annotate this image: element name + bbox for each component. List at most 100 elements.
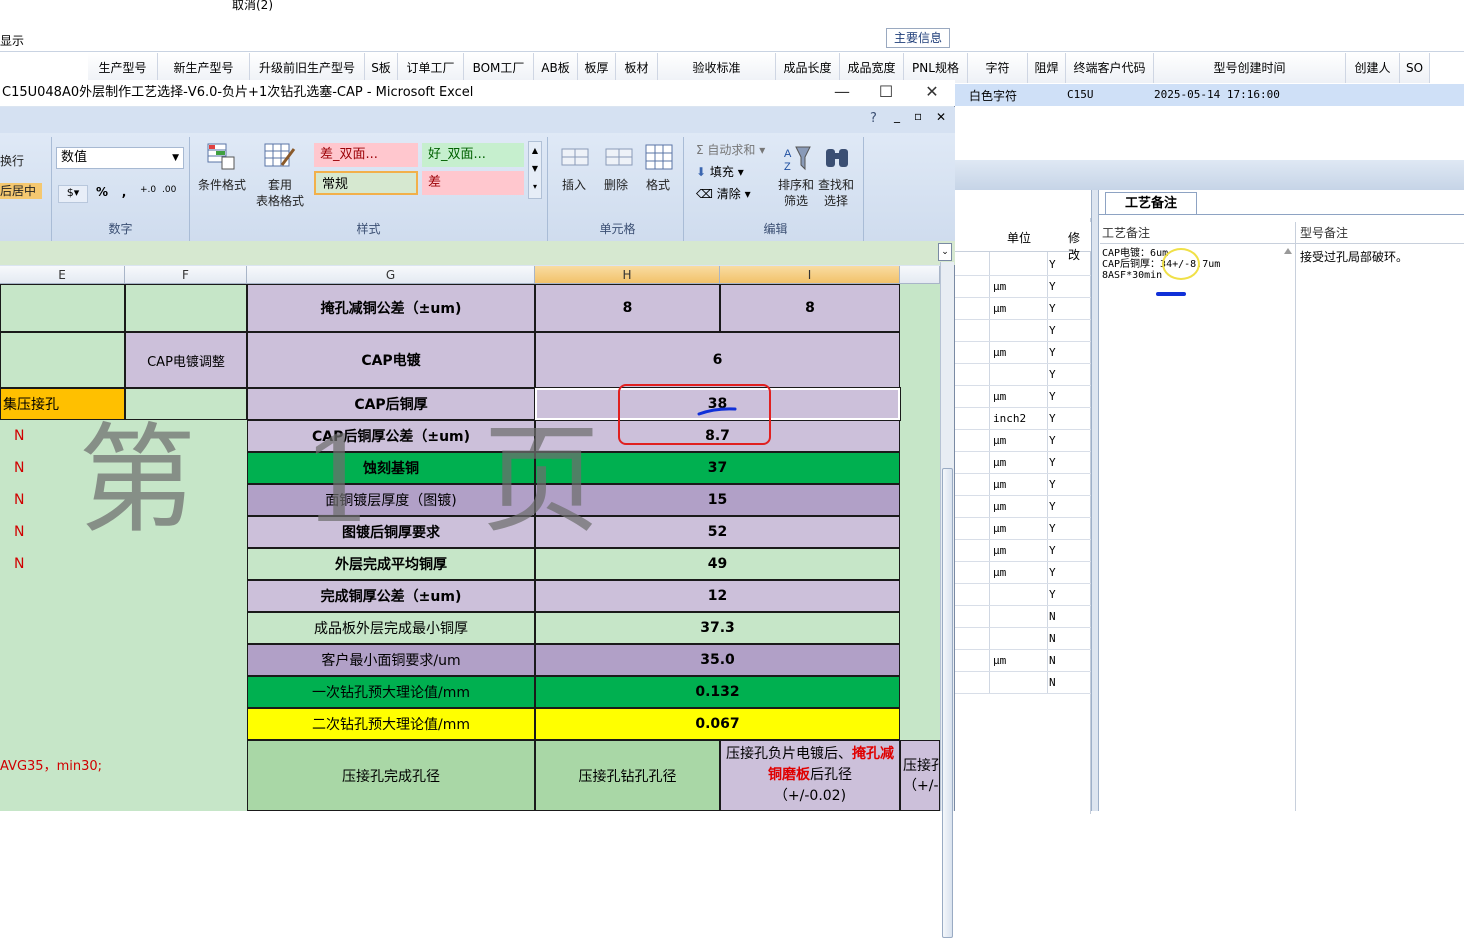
row-label[interactable]: 蚀刻基铜 (247, 452, 535, 484)
ribbon-close-icon[interactable]: ✕ (936, 110, 946, 124)
col-header[interactable]: AB板 (534, 53, 578, 83)
unit-cell[interactable]: μm (993, 654, 1006, 667)
decrease-decimal-icon[interactable]: .00 (162, 185, 184, 203)
help-icon[interactable]: ? (870, 111, 877, 126)
unit-cell[interactable]: μm (993, 500, 1006, 513)
press-hole-extra-header[interactable]: 压接孔 （+/- (900, 740, 940, 811)
row-value[interactable]: 49 (535, 548, 900, 580)
column-header-f[interactable]: F (125, 266, 247, 284)
press-hole-drill-header[interactable]: 压接孔钻孔孔径 (535, 740, 720, 811)
close-icon[interactable]: ✕ (912, 80, 952, 106)
column-header-g[interactable]: G (247, 266, 535, 284)
find-select-button[interactable]: 查找和 选择 (818, 177, 854, 209)
modify-flag-cell[interactable]: Y (1049, 368, 1056, 381)
format-button[interactable]: 格式 (646, 177, 670, 193)
press-hole-finish-header[interactable]: 压接孔完成孔径 (247, 740, 535, 811)
cell-f-1[interactable] (125, 284, 247, 332)
cancel-label[interactable]: 取消(2) (232, 0, 273, 13)
col-header[interactable]: SO (1400, 53, 1430, 83)
row-value[interactable]: 6 (535, 332, 900, 388)
maximize-icon[interactable]: ☐ (866, 80, 906, 106)
row-label[interactable]: CAP后铜厚公差（±um) (247, 420, 535, 452)
row-label[interactable]: 完成铜厚公差（±um) (247, 580, 535, 612)
style-bad-double[interactable]: 差_双面... (314, 143, 418, 167)
col-header[interactable]: 生产型号 (88, 53, 158, 83)
unit-cell[interactable]: μm (993, 434, 1006, 447)
flag-n[interactable]: N (14, 428, 24, 444)
scrollbar-thumb[interactable] (942, 468, 953, 938)
flag-n[interactable]: N (14, 524, 24, 540)
style-gallery-scroll[interactable]: ▲ ▼ ▾ (528, 141, 542, 199)
clear-button[interactable]: ⌫ 清除 ▾ (696, 185, 751, 202)
col-header[interactable]: BOM工厂 (464, 53, 534, 83)
minimize-icon[interactable]: — (822, 80, 862, 106)
number-format-select[interactable]: 数值 ▼ (56, 147, 184, 169)
conditional-format-button[interactable]: 条件格式 (196, 177, 248, 193)
modify-flag-cell[interactable]: Y (1049, 522, 1056, 535)
unit-cell[interactable]: μm (993, 302, 1006, 315)
wrap-text-button[interactable]: 换行 (0, 153, 24, 169)
cap-adjust-cell[interactable]: CAP电镀调整 (125, 332, 247, 388)
modify-flag-cell[interactable]: Y (1049, 500, 1056, 513)
col-header[interactable]: 成品宽度 (840, 53, 904, 83)
row-label[interactable]: 成品板外层完成最小铜厚 (247, 612, 535, 644)
unit-cell[interactable]: μm (993, 522, 1006, 535)
row-label[interactable]: 掩孔减铜公差（±um) (247, 284, 535, 332)
table-format-button[interactable]: 套用 表格格式 (250, 177, 310, 209)
col-header[interactable]: S板 (365, 53, 398, 83)
insert-button[interactable]: 插入 (562, 177, 586, 193)
tab-craft-note[interactable]: 工艺备注 (1105, 192, 1197, 214)
avg-min-note[interactable]: AVG35，min30; (0, 755, 102, 774)
col-header[interactable]: 终端客户代码 (1066, 53, 1154, 83)
modify-flag-cell[interactable]: Y (1049, 258, 1056, 271)
style-good-double[interactable]: 好_双面... (422, 143, 524, 167)
unit-cell[interactable]: μm (993, 390, 1006, 403)
press-hole-plating-header[interactable]: 压接孔负片电镀后、掩孔减铜磨板后孔径 （+/-0.02) (720, 740, 900, 811)
modify-flag-cell[interactable]: Y (1049, 390, 1056, 403)
scroll-up-icon[interactable] (1284, 248, 1292, 254)
style-bad[interactable]: 差 (422, 171, 524, 195)
col-header[interactable]: 升级前旧生产型号 (250, 53, 365, 83)
cell-e-2[interactable] (0, 332, 125, 388)
modify-flag-cell[interactable]: Y (1049, 434, 1056, 447)
increase-decimal-icon[interactable]: +.0 (140, 185, 160, 203)
modify-flag-cell[interactable]: Y (1049, 280, 1056, 293)
modify-flag-cell[interactable]: Y (1049, 412, 1056, 425)
col-header[interactable]: 验收标准 (658, 53, 776, 83)
comma-button[interactable]: , (116, 185, 132, 203)
row-label[interactable]: CAP后铜厚 (247, 388, 535, 420)
modify-flag-cell[interactable]: N (1049, 654, 1056, 667)
row-label[interactable]: 一次钻孔预大理论值/mm (247, 676, 535, 708)
row-value-h[interactable]: 8 (535, 284, 720, 332)
flag-n[interactable]: N (14, 460, 24, 476)
panel-splitter[interactable] (1091, 190, 1099, 811)
delete-button[interactable]: 删除 (604, 177, 628, 193)
modify-flag-cell[interactable]: Y (1049, 478, 1056, 491)
column-header-j[interactable] (900, 266, 940, 284)
modify-flag-cell[interactable]: Y (1049, 588, 1056, 601)
col-header[interactable]: 订单工厂 (398, 53, 464, 83)
autosum-button[interactable]: Σ 自动求和 ▾ (696, 141, 765, 158)
cell-f-3[interactable] (125, 388, 247, 420)
modify-flag-cell[interactable]: Y (1049, 566, 1056, 579)
main-info-tab[interactable]: 主要信息 (886, 28, 950, 48)
row-value[interactable]: 35.0 (535, 644, 900, 676)
row-value[interactable]: 52 (535, 516, 900, 548)
col-header[interactable]: 新生产型号 (158, 53, 250, 83)
column-header-h[interactable]: H (535, 266, 720, 284)
modify-flag-cell[interactable]: Y (1049, 544, 1056, 557)
unit-cell[interactable]: μm (993, 456, 1006, 469)
col-header[interactable]: 字符 (968, 53, 1028, 83)
row-value[interactable]: 37.3 (535, 612, 900, 644)
ribbon-restore-icon[interactable]: ▫ (914, 109, 922, 123)
col-header[interactable]: 阻焊 (1028, 53, 1066, 83)
col-header[interactable]: PNL规格 (904, 53, 968, 83)
modify-flag-cell[interactable]: Y (1049, 324, 1056, 337)
modify-flag-cell[interactable]: Y (1049, 302, 1056, 315)
row-value[interactable]: 15 (535, 484, 900, 516)
row-label[interactable]: CAP电镀 (247, 332, 535, 388)
cell-e-1[interactable] (0, 284, 125, 332)
percent-button[interactable]: % (92, 185, 112, 203)
sheet-vertical-scrollbar[interactable] (940, 262, 954, 938)
fill-button[interactable]: ⬇ 填充 ▾ (696, 163, 744, 180)
